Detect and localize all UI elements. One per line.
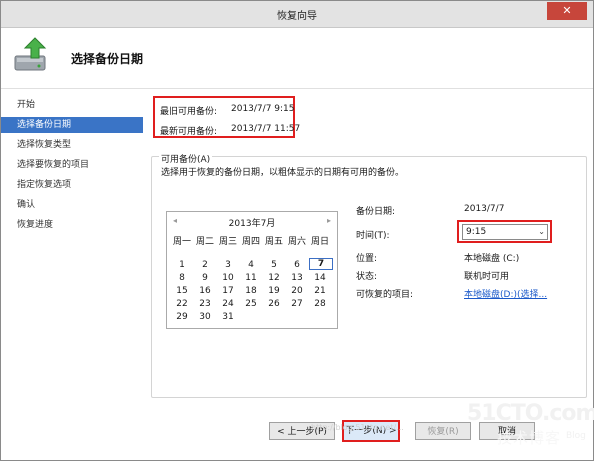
- status-value: 联机时可用: [464, 272, 510, 282]
- group-title: 可用备份(A): [159, 152, 213, 165]
- calendar-day[interactable]: 4: [240, 260, 262, 270]
- calendar-day-selected[interactable]: 7: [309, 258, 333, 270]
- calendar-day[interactable]: 30: [194, 312, 216, 322]
- time-select[interactable]: 9:15 ⌄: [462, 224, 548, 240]
- chevron-down-icon: ⌄: [538, 227, 545, 236]
- calendar-day[interactable]: 18: [240, 286, 262, 296]
- calendar-day[interactable]: 5: [263, 260, 285, 270]
- calendar-day[interactable]: 3: [217, 260, 239, 270]
- calendar-day[interactable]: 28: [309, 299, 331, 309]
- calendar-day[interactable]: 24: [217, 299, 239, 309]
- recoverable-items-link[interactable]: 本地磁盘(D:)(选择...: [464, 287, 547, 300]
- weekday-header: 周四: [241, 237, 260, 247]
- weekday-header: 周五: [264, 237, 283, 247]
- weekday-header: 周三: [218, 237, 237, 247]
- wizard-header: 选择备份日期: [1, 28, 593, 89]
- calendar-day[interactable]: 15: [171, 286, 193, 296]
- calendar-day[interactable]: 14: [309, 273, 331, 283]
- chevron-right-icon[interactable]: ▸: [327, 216, 331, 225]
- wizard-steps-nav: 开始 选择备份日期 选择恢复类型 选择要恢复的项目 指定恢复选项 确认 恢复进度: [1, 89, 148, 460]
- page-title: 选择备份日期: [71, 52, 144, 66]
- calendar-day[interactable]: 8: [171, 273, 193, 283]
- titlebar: 恢复向导 ✕: [1, 1, 593, 28]
- watermark-logo: 51CTO.com: [467, 401, 594, 426]
- calendar-day[interactable]: 2: [194, 260, 216, 270]
- weekday-header: 周六: [287, 237, 306, 247]
- nav-item-select-recovery-type[interactable]: 选择恢复类型: [1, 137, 143, 153]
- weekday-header: 周二: [195, 237, 214, 247]
- calendar-day[interactable]: 29: [171, 312, 193, 322]
- calendar-day[interactable]: 6: [286, 260, 308, 270]
- calendar-day[interactable]: 9: [194, 273, 216, 283]
- weekday-header: 周一: [172, 237, 191, 247]
- group-description: 选择用于恢复的备份日期，以粗体显示的日期有可用的备份。: [161, 168, 405, 178]
- weekday-header: 周日: [310, 237, 329, 247]
- location-value: 本地磁盘 (C:): [464, 254, 520, 264]
- nav-item-confirm[interactable]: 确认: [1, 197, 143, 213]
- time-label: 时间(T):: [356, 231, 390, 241]
- backup-restore-icon: [14, 37, 47, 71]
- calendar-day[interactable]: 12: [263, 273, 285, 283]
- recoverable-items-label: 可恢复的项目:: [356, 290, 414, 300]
- calendar-day[interactable]: 21: [309, 286, 331, 296]
- calendar-day[interactable]: 23: [194, 299, 216, 309]
- calendar-day[interactable]: 27: [286, 299, 308, 309]
- watermark-url: http://blog.51cto.net/...: [311, 423, 404, 432]
- calendar-month-title: 2013年7月: [228, 219, 276, 229]
- calendar-day[interactable]: 13: [286, 273, 308, 283]
- calendar-day[interactable]: 10: [217, 273, 239, 283]
- calendar-day[interactable]: 20: [286, 286, 308, 296]
- calendar-day[interactable]: 26: [263, 299, 285, 309]
- watermark-text: 技术博客: [497, 429, 562, 447]
- calendar-day[interactable]: 1: [171, 260, 193, 270]
- location-label: 位置:: [356, 254, 378, 264]
- status-label: 状态:: [356, 272, 378, 282]
- restore-wizard-window: 恢复向导 ✕ 选择备份日期 开始 选择备份日期 选择恢复类型 选择要恢复的项目 …: [0, 0, 594, 461]
- time-select-value: 9:15: [466, 227, 487, 237]
- calendar-day[interactable]: 11: [240, 273, 262, 283]
- calendar-day[interactable]: 22: [171, 299, 193, 309]
- newest-backup-label: 最新可用备份:: [160, 127, 218, 137]
- nav-item-select-items[interactable]: 选择要恢复的项目: [1, 157, 143, 173]
- nav-item-progress[interactable]: 恢复进度: [1, 217, 143, 233]
- close-icon: ✕: [562, 4, 572, 17]
- calendar-day[interactable]: 16: [194, 286, 216, 296]
- backup-calendar[interactable]: ◂ 2013年7月 ▸ 周一 周二 周三 周四 周五 周六 周日 1 2 3 4…: [166, 211, 338, 329]
- oldest-backup-value: 2013/7/7 9:15: [231, 104, 295, 114]
- backup-date-label: 备份日期:: [356, 207, 396, 217]
- calendar-day[interactable]: 17: [217, 286, 239, 296]
- nav-item-select-backup-date[interactable]: 选择备份日期: [1, 117, 143, 133]
- watermark-blog: Blog: [566, 431, 586, 441]
- nav-item-recovery-options[interactable]: 指定恢复选项: [1, 177, 143, 193]
- nav-item-start[interactable]: 开始: [1, 97, 143, 113]
- oldest-backup-label: 最旧可用备份:: [160, 107, 218, 117]
- calendar-day[interactable]: 25: [240, 299, 262, 309]
- watermark: 51CTO.com 技术博客 Blog: [451, 395, 594, 455]
- calendar-day[interactable]: 19: [263, 286, 285, 296]
- backup-date-value: 2013/7/7: [464, 204, 505, 214]
- newest-backup-value: 2013/7/7 11:57: [231, 124, 301, 134]
- calendar-day[interactable]: 31: [217, 312, 239, 322]
- close-button[interactable]: ✕: [547, 2, 587, 20]
- window-title: 恢复向导: [277, 11, 317, 22]
